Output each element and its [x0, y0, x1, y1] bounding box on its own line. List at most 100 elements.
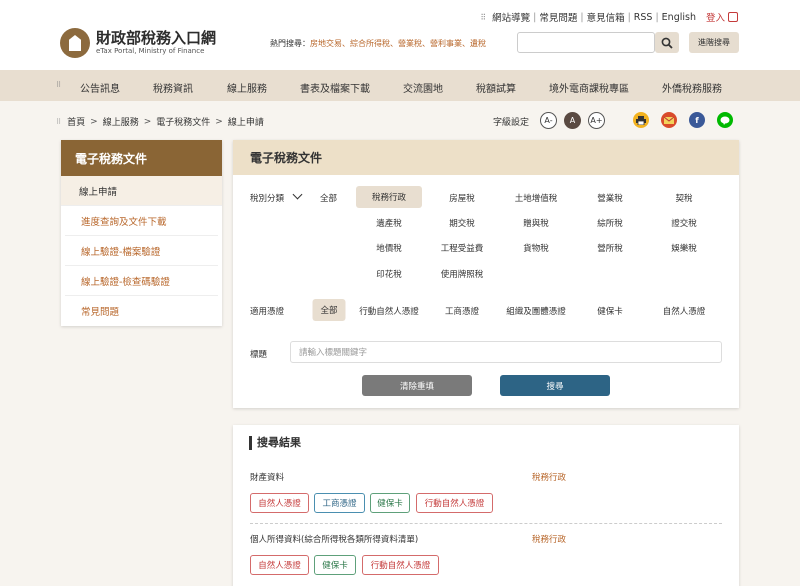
- category-label: 稅別分類: [250, 194, 285, 204]
- category-option[interactable]: 工程受益費: [441, 242, 484, 254]
- credential-label: 適用憑證: [250, 307, 285, 317]
- site-logo[interactable]: 財政部稅務入口網 eTax Portal, Ministry of Financ…: [60, 28, 216, 58]
- breadcrumb-home[interactable]: 首頁: [67, 115, 85, 128]
- divider: |: [533, 11, 537, 23]
- sidebar-item-faq[interactable]: 常見問題: [65, 296, 218, 326]
- envelope-glyph: [664, 116, 674, 124]
- font-medium-button[interactable]: A: [564, 112, 581, 129]
- nav-item-tax-calculator[interactable]: 稅額試算: [476, 80, 516, 95]
- chat-bubble-glyph: [720, 116, 730, 125]
- category-option[interactable]: 契稅: [675, 192, 692, 204]
- credential-option[interactable]: 健保卡: [597, 305, 623, 317]
- logo-subtitle: eTax Portal, Ministry of Finance: [96, 47, 205, 55]
- sidebar-item-progress[interactable]: 進度查詢及文件下載: [65, 206, 218, 236]
- dots-icon: ⠿: [56, 81, 62, 89]
- clear-button[interactable]: 清除重填: [362, 375, 472, 396]
- credential-option[interactable]: 工商憑證: [445, 305, 479, 317]
- credential-option[interactable]: 自然人憑證: [663, 305, 706, 317]
- sidebar-item-online-apply[interactable]: 線上申請: [61, 176, 222, 206]
- nav-item-online-services[interactable]: 線上服務: [227, 80, 267, 95]
- nav-item-announcements[interactable]: 公告訊息: [80, 80, 120, 95]
- nav-item-tax-info[interactable]: 稅務資訊: [153, 80, 193, 95]
- top-links: ⠿ 網站導覽 | 常見問題 | 意見信箱 | RSS | English 登入: [480, 10, 738, 24]
- category-option[interactable]: 遺產稅: [376, 217, 402, 229]
- breadcrumb-etax-docs[interactable]: 電子稅務文件: [156, 115, 210, 128]
- chevron-right-icon: >: [90, 116, 98, 127]
- font-small-button[interactable]: A-: [540, 112, 557, 129]
- category-option[interactable]: 土地增值稅: [515, 192, 558, 204]
- search-input[interactable]: [517, 32, 655, 53]
- filter-panel: 電子稅務文件: [233, 140, 739, 408]
- credential-tag[interactable]: 自然人憑證: [250, 555, 309, 575]
- sidebar-item-code-verify[interactable]: 線上驗證-檢查碼驗證: [65, 266, 218, 296]
- category-option[interactable]: 使用牌照稅: [441, 268, 484, 280]
- site-header: 財政部稅務入口網 eTax Portal, Ministry of Financ…: [0, 0, 800, 70]
- main-nav: ⠿ 公告訊息 稅務資訊 線上服務 書表及檔案下載 交流園地 稅額試算 境外電商課…: [0, 70, 800, 101]
- top-link-mailbox[interactable]: 意見信箱: [587, 10, 625, 24]
- results-title: 搜尋結果: [249, 436, 301, 450]
- divider: [250, 523, 722, 524]
- credential-option[interactable]: 組織及團體憑證: [506, 305, 566, 317]
- category-option[interactable]: 娛樂稅: [671, 242, 697, 254]
- category-option[interactable]: 綜所稅: [597, 217, 623, 229]
- category-option[interactable]: 房屋稅: [449, 192, 475, 204]
- hot-search-label: 熱門搜尋：: [270, 39, 310, 48]
- divider: |: [627, 11, 631, 23]
- dots-icon: ⠿: [56, 117, 62, 126]
- search-icon: [661, 37, 673, 49]
- category-option[interactable]: 地價稅: [376, 242, 402, 254]
- sidebar-item-file-verify[interactable]: 線上驗證-檔案驗證: [65, 236, 218, 266]
- result-category: 稅務行政: [532, 535, 567, 545]
- credential-tag[interactable]: 健保卡: [370, 493, 410, 513]
- nav-item-foreigner-services[interactable]: 外僑稅務服務: [662, 80, 722, 95]
- result-name[interactable]: 個人所得資料(綜合所得稅各類所得資料清單): [250, 533, 418, 545]
- top-link-english[interactable]: English: [662, 12, 696, 23]
- category-option[interactable]: 貨物稅: [523, 242, 549, 254]
- category-option[interactable]: 證交稅: [671, 217, 697, 229]
- login-link[interactable]: 登入: [706, 10, 738, 24]
- category-option[interactable]: 營業稅: [597, 192, 623, 204]
- result-category: 稅務行政: [532, 473, 567, 483]
- login-label: 登入: [705, 13, 725, 24]
- nav-item-downloads[interactable]: 書表及檔案下載: [300, 80, 370, 95]
- search-submit-button[interactable]: 搜尋: [500, 375, 610, 396]
- sidebar-title: 電子稅務文件: [61, 140, 222, 176]
- nav-item-forum[interactable]: 交流園地: [403, 80, 443, 95]
- top-link-sitemap[interactable]: 網站導覽: [492, 10, 530, 24]
- nav-item-ecommerce[interactable]: 境外電商課稅專區: [549, 80, 629, 95]
- credential-option-all[interactable]: 全部: [312, 299, 346, 321]
- credential-option[interactable]: 行動自然人憑證: [359, 305, 419, 317]
- panel-title: 電子稅務文件: [233, 140, 739, 175]
- login-icon: [728, 12, 738, 22]
- credential-tag[interactable]: 行動自然人憑證: [416, 493, 493, 513]
- category-option[interactable]: 印花稅: [376, 268, 402, 280]
- category-option[interactable]: 期交稅: [449, 217, 475, 229]
- category-option[interactable]: 贈與稅: [523, 217, 549, 229]
- email-share-icon[interactable]: [661, 112, 677, 128]
- advanced-search-button[interactable]: 進階搜尋: [689, 32, 739, 53]
- keyword-input[interactable]: 請輸入標題關鍵字: [290, 341, 722, 363]
- line-share-icon[interactable]: [717, 112, 733, 128]
- category-option[interactable]: 營所稅: [597, 242, 623, 254]
- font-large-button[interactable]: A+: [588, 112, 605, 129]
- category-all[interactable]: 全部: [320, 192, 337, 204]
- hot-search-links[interactable]: 房地交易、綜合所得稅、營業稅、營利事業、遺稅: [310, 38, 486, 49]
- credential-tag[interactable]: 行動自然人憑證: [362, 555, 439, 575]
- top-link-rss[interactable]: RSS: [634, 12, 653, 23]
- breadcrumb-current: 線上申請: [227, 118, 264, 128]
- credential-tag[interactable]: 自然人憑證: [250, 493, 309, 513]
- divider: |: [580, 11, 584, 23]
- keyword-label: 標題: [250, 350, 268, 360]
- top-link-faq[interactable]: 常見問題: [539, 10, 577, 24]
- credential-tag[interactable]: 工商憑證: [314, 493, 365, 513]
- dots-icon: ⠿: [480, 12, 487, 22]
- search-button[interactable]: [655, 32, 679, 53]
- facebook-share-icon[interactable]: f: [689, 112, 705, 128]
- print-icon[interactable]: [633, 112, 649, 128]
- ministry-emblem-icon: [60, 28, 90, 58]
- breadcrumb-online-services[interactable]: 線上服務: [103, 115, 139, 128]
- result-name[interactable]: 財產資料: [250, 471, 284, 483]
- credential-tag[interactable]: 健保卡: [314, 555, 356, 575]
- category-option[interactable]: 稅務行政: [355, 186, 423, 208]
- breadcrumb: ⠿ 首頁 > 線上服務 > 電子稅務文件 > 線上申請: [56, 115, 264, 129]
